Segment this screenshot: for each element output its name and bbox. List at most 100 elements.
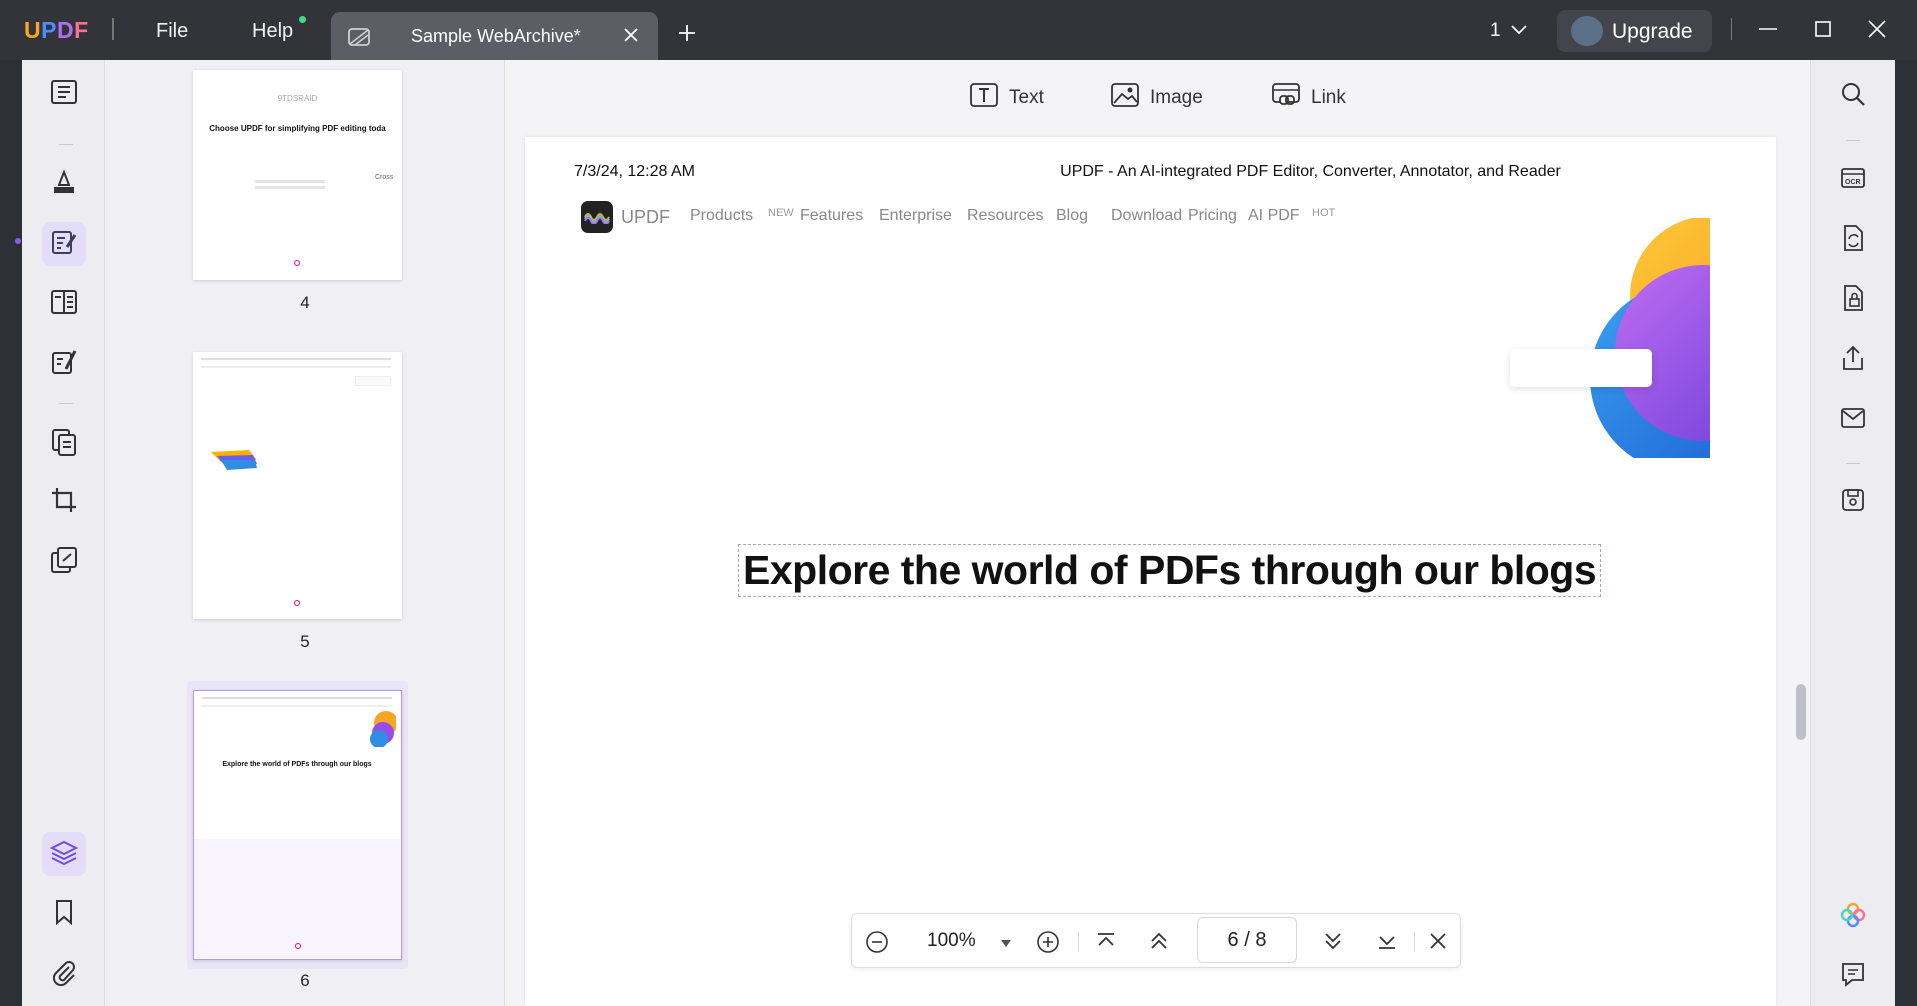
- notification-dot: [299, 16, 306, 23]
- app-logo: UPDF: [24, 17, 89, 44]
- title-separator: [112, 18, 114, 40]
- svg-text:OCR: OCR: [1845, 179, 1861, 186]
- comment-icon: [1840, 961, 1866, 992]
- badge-hot: HOT: [1312, 207, 1335, 219]
- nav-blog[interactable]: Blog: [1056, 207, 1088, 225]
- chevron-down-icon[interactable]: [1510, 22, 1528, 41]
- nav-products[interactable]: Products: [690, 207, 753, 225]
- search-button[interactable]: [1833, 76, 1873, 116]
- thumb-small-text: 9TDSRAID: [193, 94, 402, 103]
- thumb-line: [202, 697, 392, 699]
- page-selector[interactable]: 1: [1490, 20, 1501, 42]
- save-button[interactable]: [1833, 482, 1873, 522]
- add-text-button[interactable]: Text: [969, 82, 1044, 114]
- toolbar-separator: [1846, 140, 1860, 141]
- zoom-out-icon[interactable]: [865, 930, 889, 959]
- thumb-number: 5: [105, 632, 505, 652]
- page-separator: /: [1244, 929, 1250, 951]
- upgrade-label: Upgrade: [1612, 20, 1693, 44]
- thumb-caption: Choose UPDF for simplifying PDF editing …: [193, 124, 402, 133]
- edit-pdf-button[interactable]: [42, 222, 86, 266]
- document-tab[interactable]: Sample WebArchive*: [331, 12, 658, 60]
- tools-button[interactable]: [42, 540, 86, 584]
- new-tab-icon[interactable]: [677, 23, 697, 48]
- organize-pages-button[interactable]: [42, 422, 86, 466]
- highlighter-icon: [49, 167, 79, 202]
- toolbar-separator: [1846, 463, 1860, 464]
- thumb-line: [202, 705, 392, 707]
- minimize-icon[interactable]: [1757, 18, 1779, 45]
- thumbnail-panel: 9TDSRAID Choose UPDF for simplifying PDF…: [105, 60, 505, 1006]
- crop-button[interactable]: [42, 480, 86, 524]
- attachment-button[interactable]: [42, 952, 86, 996]
- ai-assistant-icon: [1839, 901, 1867, 934]
- first-page-icon[interactable]: [1095, 930, 1117, 957]
- menu-file[interactable]: File: [156, 20, 188, 43]
- updf-logo-icon: [581, 201, 613, 233]
- site-logo: UPDF: [581, 201, 670, 233]
- link-icon: [1271, 82, 1301, 114]
- mail-icon: [1840, 407, 1866, 434]
- next-page-icon[interactable]: [1322, 930, 1344, 957]
- left-edge: [0, 60, 22, 1006]
- toolbar-separator: [59, 403, 73, 404]
- pdf-page[interactable]: 7/3/24, 12:28 AM UPDF - An AI-integrated…: [525, 137, 1776, 1006]
- zoom-in-icon[interactable]: [1036, 930, 1060, 959]
- share-button[interactable]: [1833, 340, 1873, 380]
- nav-download[interactable]: Download: [1111, 207, 1182, 225]
- add-image-button[interactable]: Image: [1110, 82, 1203, 114]
- pages-icon: [49, 427, 79, 462]
- layers-button[interactable]: [42, 832, 86, 876]
- last-page-icon[interactable]: [1376, 930, 1398, 957]
- close-window-icon[interactable]: [1866, 18, 1888, 45]
- zoom-level[interactable]: 100%: [927, 930, 976, 952]
- total-pages: 8: [1255, 929, 1266, 951]
- layers-icon: [49, 837, 79, 872]
- hero-graphic: [1535, 218, 1710, 458]
- menu-help[interactable]: Help: [252, 20, 293, 43]
- email-button[interactable]: [1833, 400, 1873, 440]
- book-icon: [49, 78, 79, 111]
- maximize-icon[interactable]: [1812, 18, 1834, 45]
- comment-tool-button[interactable]: [42, 162, 86, 206]
- ocr-icon: OCR: [1839, 164, 1867, 197]
- page-navigation-bar: 100% 6 / 8: [851, 913, 1461, 968]
- previous-page-icon[interactable]: [1148, 930, 1170, 957]
- hero-card: [1510, 349, 1652, 387]
- thumbnail-page-6[interactable]: Explore the world of PDFs through our bl…: [193, 690, 402, 960]
- thumbnail-page-5[interactable]: [193, 352, 402, 619]
- search-icon: [1840, 81, 1866, 112]
- upgrade-button[interactable]: Upgrade: [1557, 10, 1712, 52]
- close-nav-icon[interactable]: [1427, 930, 1449, 957]
- nav-ai-pdf[interactable]: AI PDF: [1248, 207, 1300, 225]
- reader-mode-button[interactable]: [42, 72, 86, 116]
- thumb-line: [201, 358, 391, 360]
- thumb-caption: Explore the world of PDFs through our bl…: [194, 761, 400, 768]
- zoom-dropdown-icon[interactable]: [1000, 936, 1012, 954]
- thumb-number: 6: [105, 971, 505, 991]
- page-heading[interactable]: Explore the world of PDFs through our bl…: [739, 545, 1600, 596]
- active-indicator: [15, 238, 21, 244]
- nav-features[interactable]: Features: [800, 207, 863, 225]
- page-number-field[interactable]: 6 / 8: [1197, 917, 1297, 963]
- nav-resources[interactable]: Resources: [967, 207, 1043, 225]
- comments-panel-button[interactable]: [1833, 956, 1873, 996]
- close-tab-icon[interactable]: [621, 25, 641, 50]
- ocr-button[interactable]: OCR: [1833, 160, 1873, 200]
- add-link-button[interactable]: Link: [1271, 82, 1346, 114]
- nav-pricing[interactable]: Pricing: [1188, 207, 1237, 225]
- form-tool-button[interactable]: [42, 282, 86, 326]
- nav-enterprise[interactable]: Enterprise: [879, 207, 952, 225]
- vertical-scrollbar[interactable]: [1796, 684, 1806, 740]
- bookmark-button[interactable]: [42, 892, 86, 936]
- protect-button[interactable]: [1833, 280, 1873, 320]
- lock-document-icon: [1840, 284, 1866, 317]
- badge-new: NEW: [768, 207, 794, 219]
- convert-button[interactable]: [1833, 220, 1873, 260]
- ai-assistant-button[interactable]: [1833, 897, 1873, 937]
- document-area: Text Image Link 7/3/24, 12:28 AM UPDF - …: [506, 60, 1809, 1006]
- right-edge: [1895, 60, 1917, 1006]
- thumb-line: [255, 186, 325, 189]
- thumbnail-page-4[interactable]: 9TDSRAID Choose UPDF for simplifying PDF…: [193, 70, 402, 280]
- fill-sign-button[interactable]: [42, 342, 86, 386]
